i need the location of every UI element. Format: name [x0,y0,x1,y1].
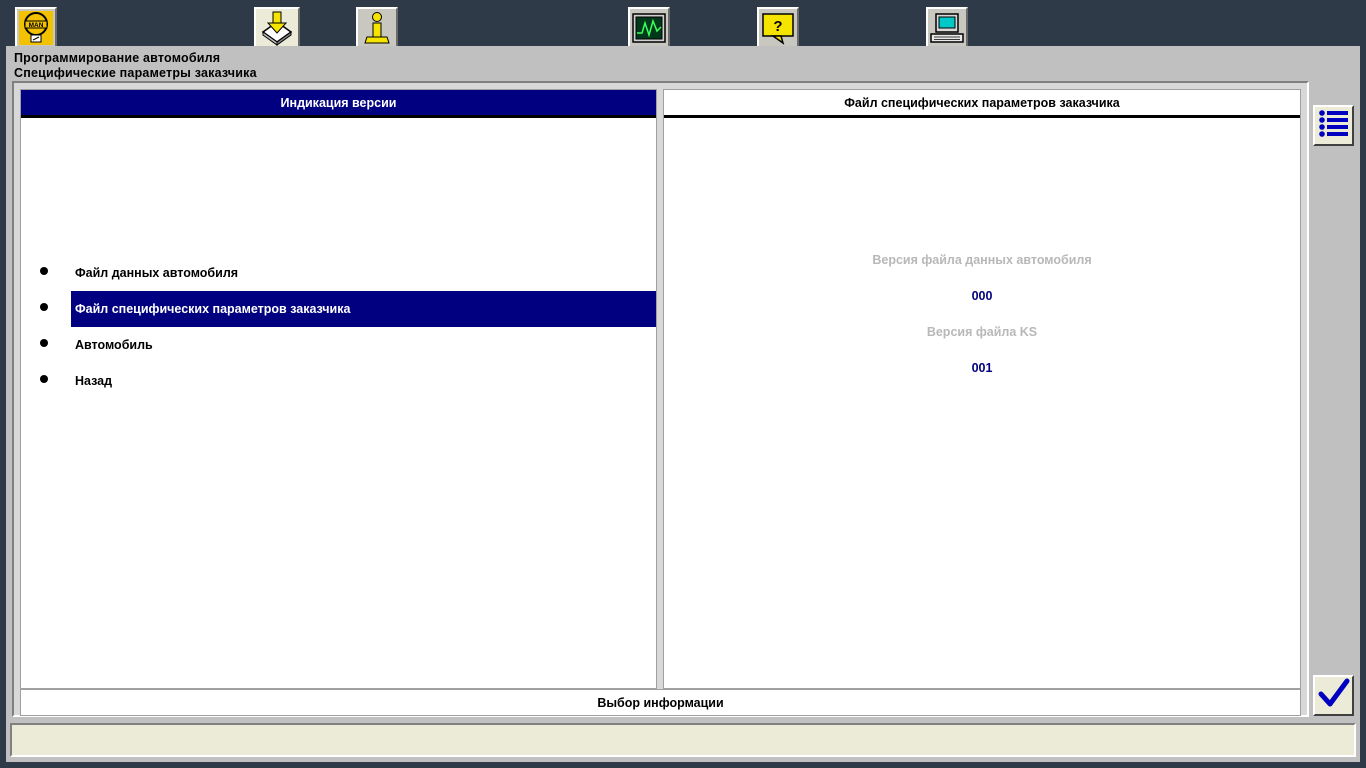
computer-icon [929,12,965,44]
download-button[interactable] [254,7,300,46]
ks-file-version-value: 001 [971,361,993,375]
status-bar [10,723,1356,757]
help-icon: ? [761,11,795,45]
main-window: Программирование автомобиля Специфически… [6,46,1360,762]
list-button[interactable] [1313,105,1354,146]
menu-item-vehicle[interactable]: Автомобиль [71,327,656,363]
menu-item-back[interactable]: Назад [71,363,656,399]
download-icon [259,10,295,46]
svg-text:?: ? [773,18,782,35]
info-button[interactable] [356,7,398,46]
man-logo-button[interactable]: MAN [15,7,57,46]
info-person-icon [362,11,392,45]
top-toolbar: MAN ? [0,0,1366,46]
computer-button[interactable] [926,7,968,46]
info-panel: Файл специфических параметров заказчика … [663,89,1301,689]
list-icon [1318,107,1350,144]
bullet-icon [40,303,48,311]
content-frame: Индикация версии Файл данных автомобиля … [12,81,1309,717]
version-menu-panel: Индикация версии Файл данных автомобиля … [20,89,657,689]
menu-item-vehicle-data-file[interactable]: Файл данных автомобиля [71,255,656,291]
svg-text:MAN: MAN [29,22,44,29]
man-logo-icon: MAN [19,10,53,45]
vehicle-file-version-label: Версия файла данных автомобиля [872,253,1092,267]
oscilloscope-icon [632,12,666,43]
bullet-icon [40,339,48,347]
checkmark-icon [1318,677,1350,714]
bullet-icon [40,375,48,383]
vehicle-file-version-value: 000 [971,289,993,303]
menu-item-label: Автомобиль [75,338,153,352]
ks-file-version-label: Версия файла KS [926,325,1038,339]
menu-item-label: Файл данных автомобиля [75,266,239,280]
info-selection-bar: Выбор информации [20,689,1301,716]
page-title: Программирование автомобиля [14,51,221,65]
page-subtitle: Специфические параметры заказчика [14,66,257,80]
left-panel-header: Индикация версии [21,90,656,118]
confirm-button[interactable] [1313,675,1354,716]
menu-item-label: Файл специфических параметров заказчика [75,302,351,316]
oscilloscope-button[interactable] [628,7,670,46]
help-button[interactable]: ? [757,7,799,46]
right-panel-header: Файл специфических параметров заказчика [664,90,1300,118]
menu-item-customer-params-file[interactable]: Файл специфических параметров заказчика [71,291,656,327]
menu-item-label: Назад [75,374,113,388]
bullet-icon [40,267,48,275]
